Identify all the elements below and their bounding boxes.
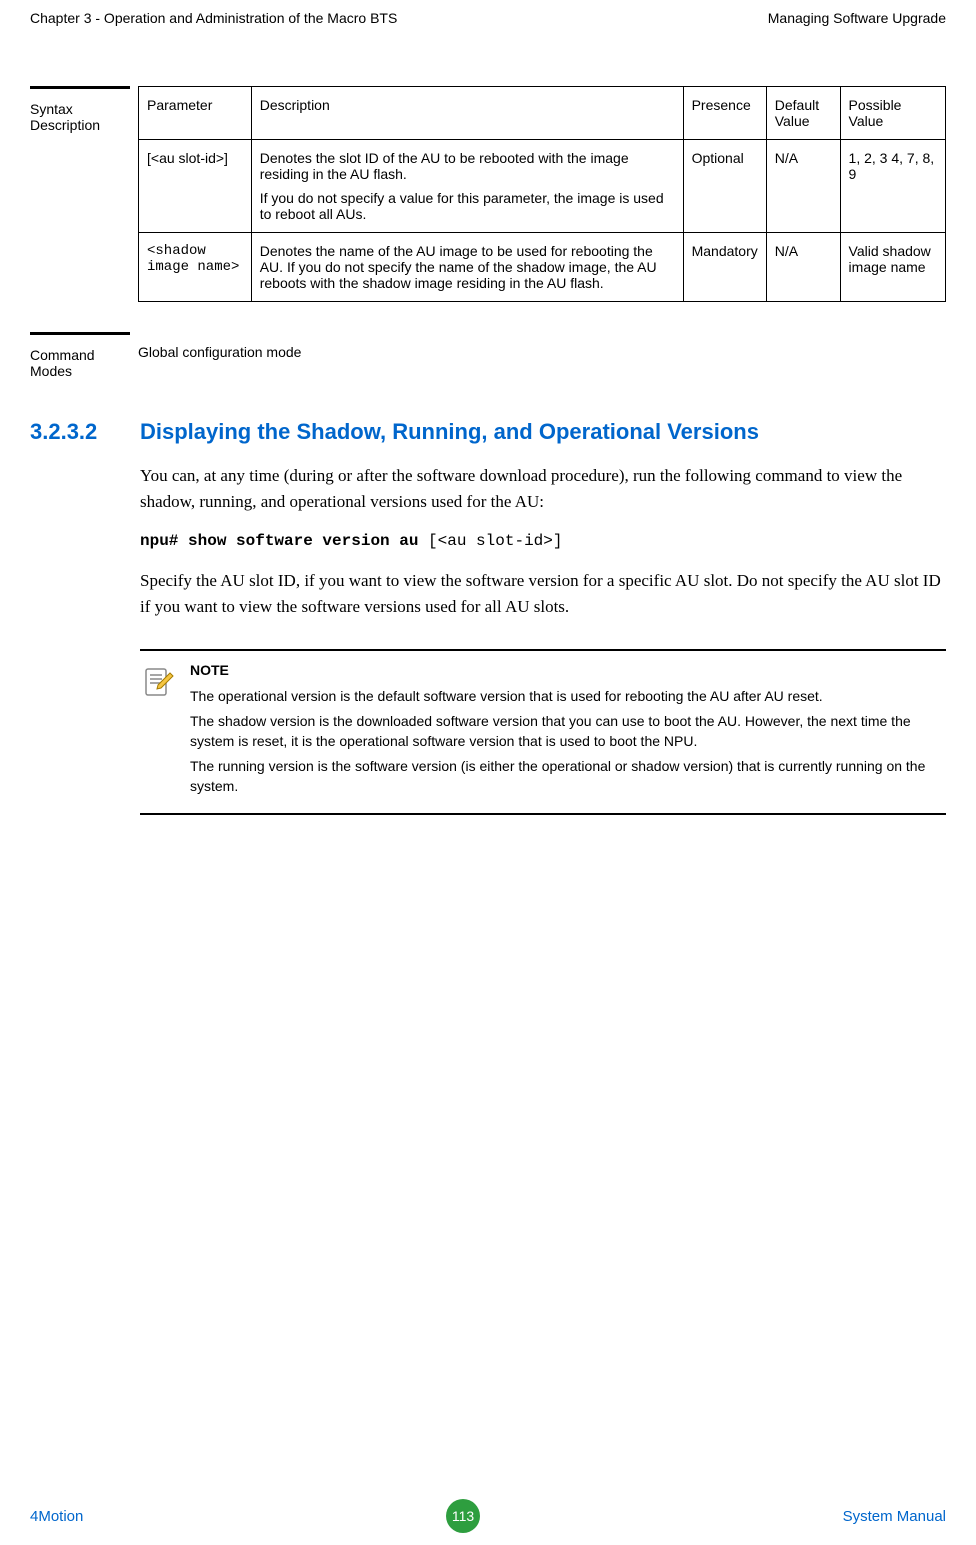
cell-default: N/A: [766, 233, 840, 302]
cell-presence: Optional: [683, 140, 766, 233]
col-description: Description: [251, 87, 683, 140]
note-icon: [140, 661, 190, 803]
heading-title: Displaying the Shadow, Running, and Oper…: [140, 419, 759, 445]
cell-parameter: <shadow image name>: [139, 233, 252, 302]
col-default-value: Default Value: [766, 87, 840, 140]
cell-possible: Valid shadow image name: [840, 233, 945, 302]
note-paragraph-2: The shadow version is the downloaded sof…: [190, 712, 946, 751]
command-example: npu# show software version au [<au slot-…: [140, 532, 946, 550]
command-modes-value: Global configuration mode: [138, 332, 946, 379]
command-bold: npu# show software version au: [140, 532, 428, 550]
paragraph-2: Specify the AU slot ID, if you want to v…: [140, 568, 946, 619]
cell-description: Denotes the slot ID of the AU to be rebo…: [251, 140, 683, 233]
cell-description-part1: Denotes the slot ID of the AU to be rebo…: [260, 150, 629, 182]
note-box: NOTE The operational version is the defa…: [140, 649, 946, 815]
table-row: [<au slot-id>] Denotes the slot ID of th…: [139, 140, 946, 233]
heading-number: 3.2.3.2: [30, 419, 140, 445]
page-footer: 4Motion 113 System Manual: [30, 1499, 946, 1533]
cell-parameter: [<au slot-id>]: [139, 140, 252, 233]
cell-presence: Mandatory: [683, 233, 766, 302]
note-content: NOTE The operational version is the defa…: [190, 661, 946, 803]
note-paragraph-1: The operational version is the default s…: [190, 687, 946, 707]
col-parameter: Parameter: [139, 87, 252, 140]
note-paragraph-3: The running version is the software vers…: [190, 757, 946, 796]
note-label: NOTE: [190, 661, 946, 681]
col-possible-value: Possible Value: [840, 87, 945, 140]
section-heading: 3.2.3.2 Displaying the Shadow, Running, …: [30, 419, 946, 445]
cell-description: Denotes the name of the AU image to be u…: [251, 233, 683, 302]
cell-default: N/A: [766, 140, 840, 233]
footer-left: 4Motion: [30, 1508, 83, 1525]
main-content: Syntax Description Parameter Description…: [0, 36, 976, 815]
header-right: Managing Software Upgrade: [768, 10, 946, 26]
command-modes-section: Command Modes Global configuration mode: [30, 332, 946, 379]
paragraph-1: You can, at any time (during or after th…: [140, 463, 946, 514]
syntax-description-content: Parameter Description Presence Default V…: [138, 86, 946, 302]
cell-description-part2: If you do not specify a value for this p…: [260, 190, 664, 222]
page-number: 113: [446, 1499, 480, 1533]
table-header-row: Parameter Description Presence Default V…: [139, 87, 946, 140]
footer-right: System Manual: [843, 1508, 946, 1525]
command-args: [<au slot-id>]: [428, 532, 562, 550]
page-header: Chapter 3 - Operation and Administration…: [0, 0, 976, 36]
command-modes-label: Command Modes: [30, 332, 130, 379]
table-row: <shadow image name> Denotes the name of …: [139, 233, 946, 302]
cell-possible: 1, 2, 3 4, 7, 8, 9: [840, 140, 945, 233]
syntax-description-label: Syntax Description: [30, 86, 130, 302]
header-left: Chapter 3 - Operation and Administration…: [30, 10, 397, 26]
col-presence: Presence: [683, 87, 766, 140]
syntax-description-section: Syntax Description Parameter Description…: [30, 86, 946, 302]
parameter-table: Parameter Description Presence Default V…: [138, 86, 946, 302]
